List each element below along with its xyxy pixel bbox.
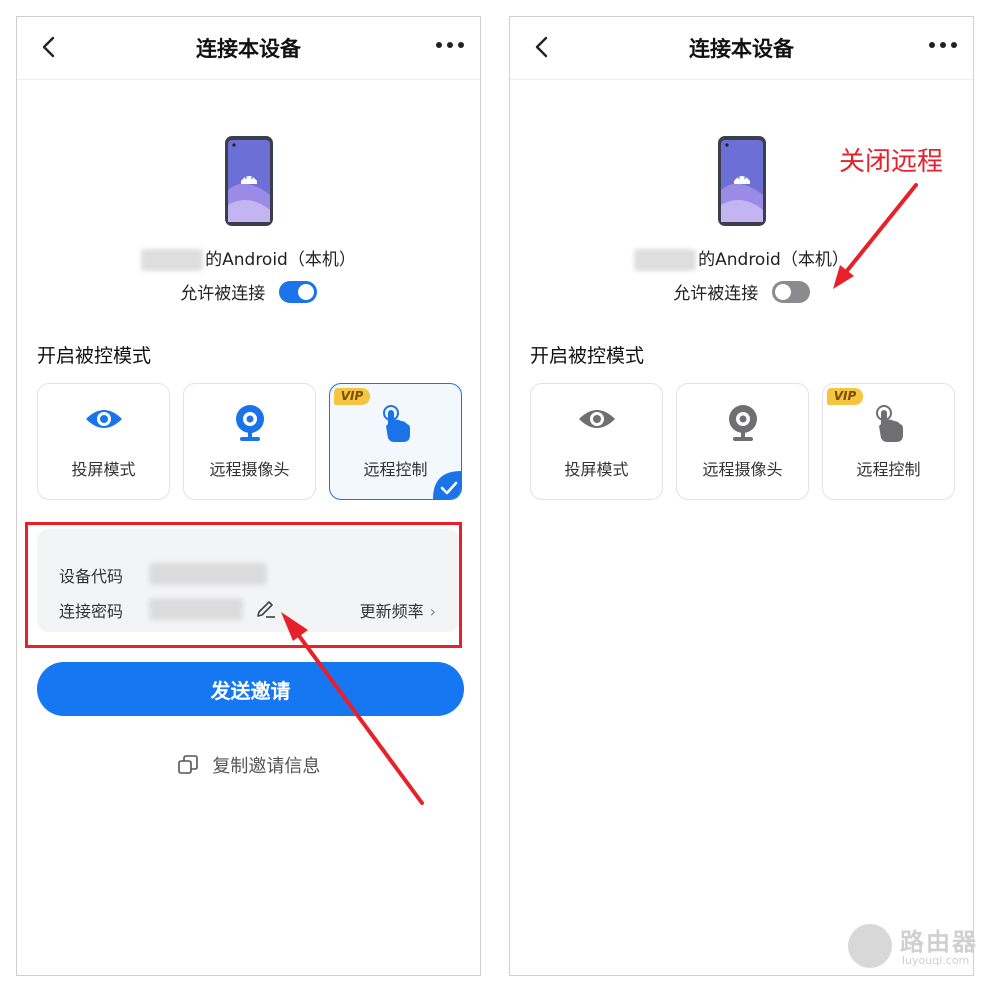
copy-icon [177, 755, 198, 774]
toggle-knob [774, 283, 791, 300]
allow-connection-row: 允许被连接 [510, 279, 973, 304]
annotation-label: 关闭远程 [839, 147, 944, 177]
toggle-knob [297, 283, 314, 300]
android-phone-icon [718, 136, 766, 226]
eye-icon [578, 410, 615, 428]
mode-label: 远程摄像头 [209, 460, 290, 479]
send-invite-button[interactable]: 发送邀请 [37, 662, 464, 716]
phone-screen-left: 连接本设备 的Android（本机） 允许被连接 开启被控模式 投屏模式 远程摄… [16, 16, 481, 976]
vip-badge: VIP [334, 388, 370, 405]
watermark-domain: luyouqi.com [902, 954, 970, 967]
mode-card-remote-camera[interactable]: 远程摄像头 [183, 383, 316, 500]
watermark-logo-icon [848, 924, 892, 968]
top-bar: 连接本设备 [17, 17, 480, 80]
phone-screen-right: 连接本设备 关闭远程 的Android（本机） 允许被连接 开启被控模式 投屏模… [509, 16, 974, 976]
webcam-icon [728, 405, 757, 441]
redacted-owner-name [141, 249, 204, 271]
vip-badge: VIP [827, 388, 863, 405]
allow-connection-label: 允许被连接 [673, 284, 759, 304]
mode-label: 远程控制 [856, 460, 921, 479]
mode-card-screen-cast[interactable]: 投屏模式 [37, 383, 170, 500]
device-code-label: 设备代码 [59, 567, 124, 586]
mode-label: 投屏模式 [71, 460, 136, 479]
webcam-icon [235, 405, 264, 441]
eye-icon [85, 410, 122, 428]
touch-hand-icon [382, 405, 410, 442]
controlled-mode-title: 开启被控模式 [37, 345, 152, 367]
mode-card-screen-cast[interactable]: 投屏模式 [530, 383, 663, 500]
redacted-owner-name [634, 249, 697, 271]
allow-connection-toggle[interactable] [278, 280, 317, 303]
device-name: 的Android（本机） [17, 245, 480, 271]
mode-label: 投屏模式 [564, 460, 629, 479]
connection-password-label: 连接密码 [59, 602, 124, 621]
device-name: 的Android（本机） [510, 245, 973, 271]
mode-card-remote-camera[interactable]: 远程摄像头 [676, 383, 809, 500]
more-options-icon[interactable] [927, 35, 959, 55]
more-options-icon[interactable] [434, 35, 466, 55]
connection-info-panel: 设备代码 连接密码 更新频率 › [37, 529, 460, 632]
page-title: 连接本设备 [196, 37, 301, 61]
update-frequency-link[interactable]: 更新频率 › [360, 598, 436, 622]
mode-card-remote-control[interactable]: VIP 远程控制 [329, 383, 462, 500]
redacted-password [149, 598, 243, 620]
edit-pencil-icon[interactable] [255, 597, 277, 619]
mode-card-remote-control[interactable]: VIP 远程控制 [822, 383, 955, 500]
redacted-device-code [149, 563, 267, 585]
android-phone-icon [225, 136, 273, 226]
top-bar: 连接本设备 [510, 17, 973, 80]
allow-connection-row: 允许被连接 [17, 279, 480, 304]
allow-connection-toggle[interactable] [771, 280, 810, 303]
chevron-right-icon: › [429, 602, 436, 621]
touch-hand-icon [875, 405, 903, 442]
mode-label: 远程摄像头 [702, 460, 783, 479]
controlled-mode-title: 开启被控模式 [530, 345, 645, 367]
page-title: 连接本设备 [689, 37, 794, 61]
copy-invite-link[interactable]: 复制邀请信息 [17, 752, 480, 778]
allow-connection-label: 允许被连接 [180, 284, 266, 304]
watermark-text: 路由器 [900, 928, 978, 956]
site-watermark: 路由器 luyouqi.com [848, 918, 980, 974]
selected-check-icon [433, 471, 461, 499]
